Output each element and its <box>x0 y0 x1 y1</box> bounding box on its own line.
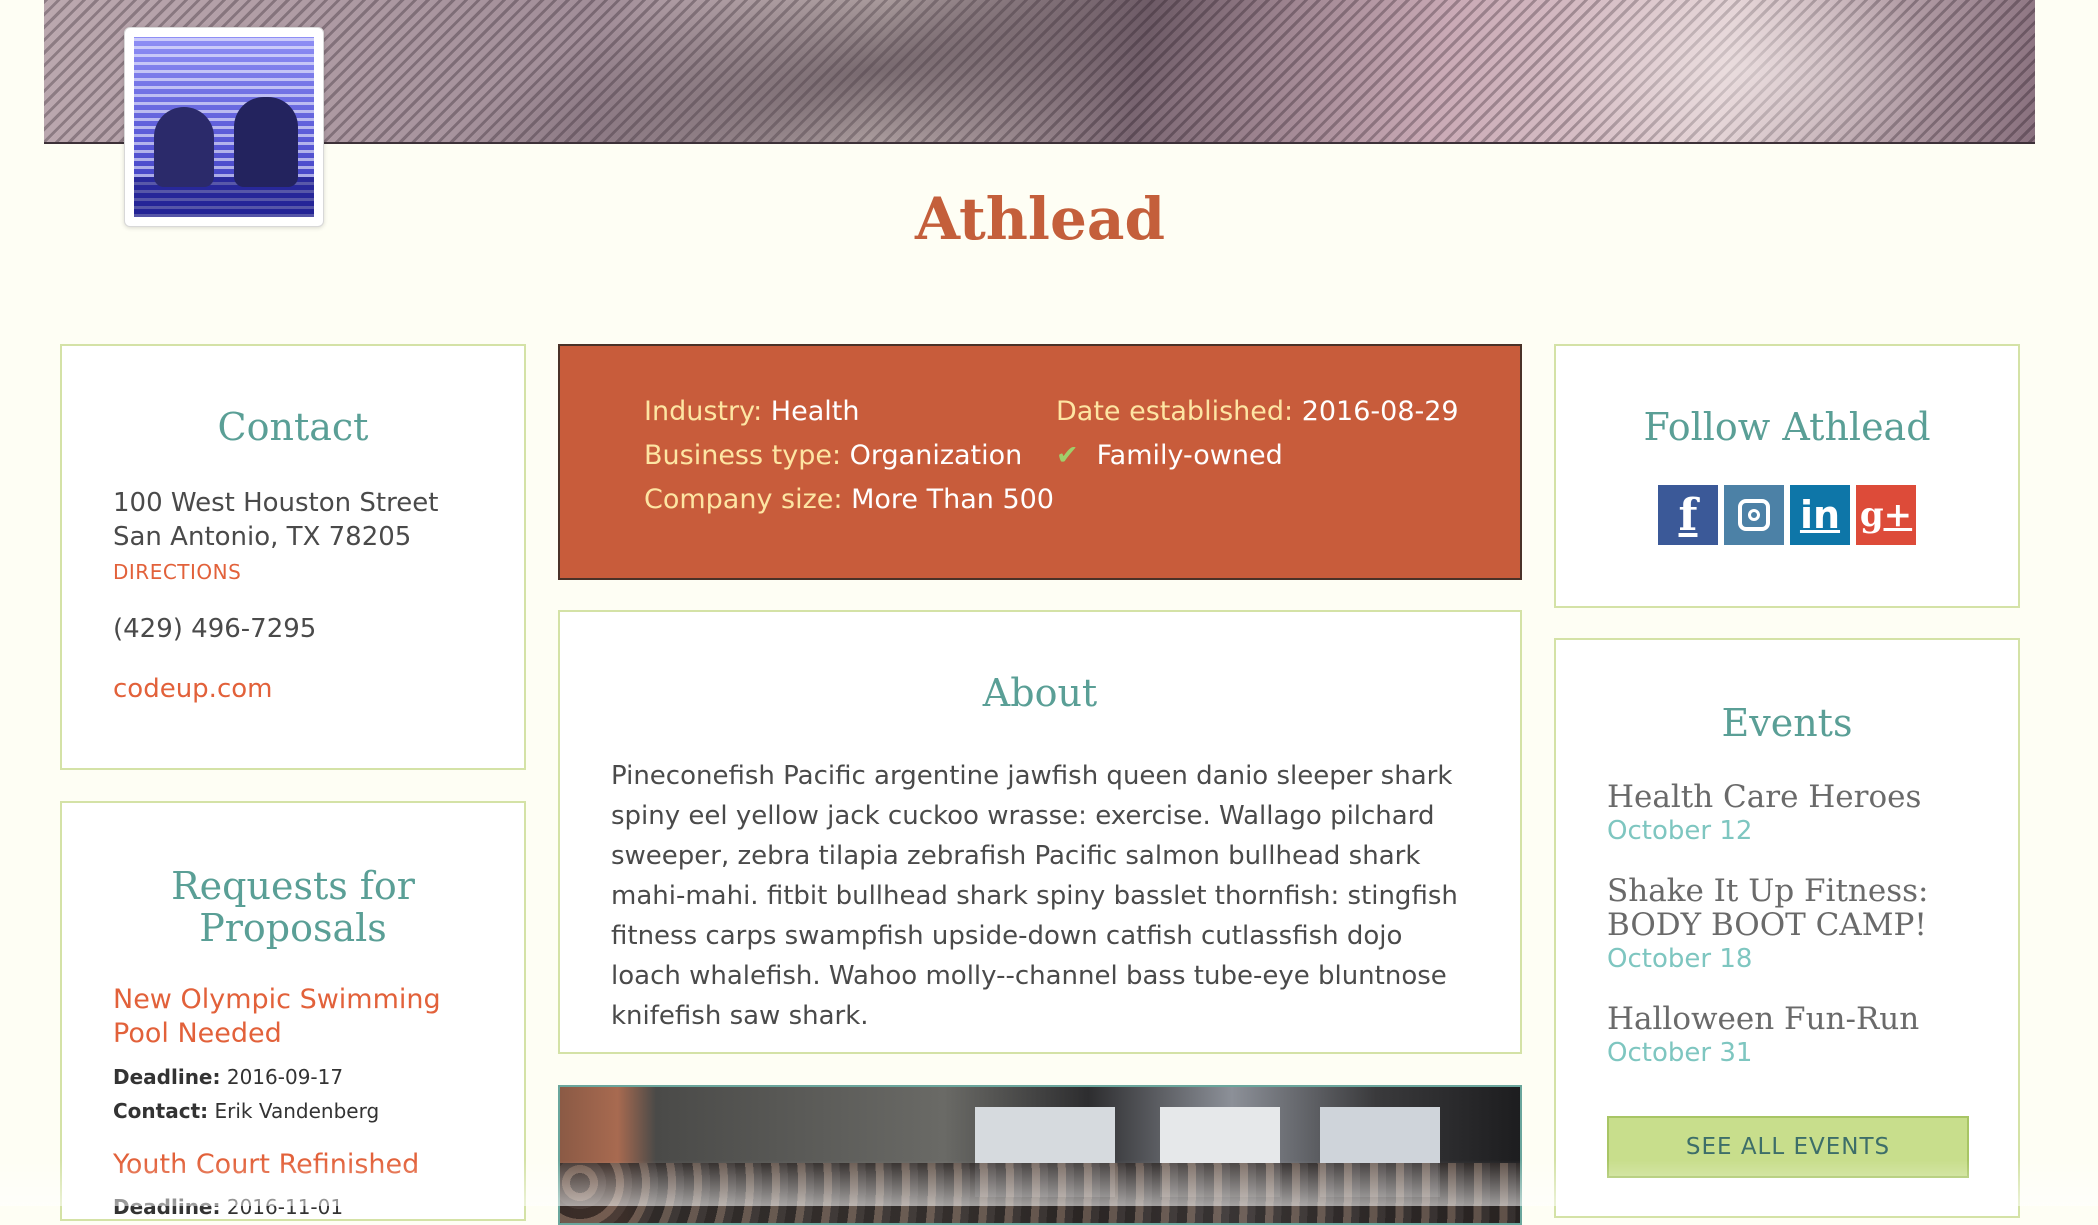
event-name[interactable]: Halloween Fun-Run <box>1607 1002 2007 1036</box>
family-owned-row: ✔ Family-owned <box>1056 440 1283 471</box>
rfp-item-link[interactable]: Youth Court Refinished <box>113 1148 493 1182</box>
contact-heading: Contact <box>217 405 369 449</box>
rfp-deadline: Deadline: 2016-11-01 <box>113 1195 344 1219</box>
linkedin-icon[interactable]: in <box>1790 485 1850 545</box>
events-heading: Events <box>1721 701 1853 745</box>
contact-card: Contact 100 West Houston Street San Anto… <box>60 344 526 770</box>
event-date: October 18 <box>1607 944 1753 974</box>
about-card: About Pineconefish Pacific argentine jaw… <box>558 610 1522 1054</box>
rfp-item-link[interactable]: New Olympic Swimming Pool Needed <box>113 983 493 1051</box>
see-all-events-button[interactable]: SEE ALL EVENTS <box>1607 1116 1969 1178</box>
rfp-heading: Requests for Proposals <box>171 864 415 950</box>
date-established-row: Date established: 2016-08-29 <box>1056 396 1459 427</box>
instagram-icon[interactable] <box>1724 485 1784 545</box>
rfp-deadline: Deadline: 2016-09-17 <box>113 1065 344 1089</box>
follow-card: Follow Athlead f in g+ <box>1554 344 2020 608</box>
industry-row: Industry: Health <box>644 396 860 427</box>
event-name[interactable]: Health Care Heroes <box>1607 780 2007 814</box>
address-line-1: 100 West Houston Street <box>113 488 439 518</box>
events-card: Events Health Care Heroes October 12 Sha… <box>1554 638 2020 1218</box>
company-info-box: Industry: Health Business type: Organiza… <box>558 344 1522 580</box>
website-link[interactable]: codeup.com <box>113 674 272 704</box>
address-line-2: San Antonio, TX 78205 <box>113 522 412 552</box>
facebook-icon[interactable]: f <box>1658 485 1718 545</box>
event-date: October 31 <box>1607 1038 1753 1068</box>
phone-number: (429) 496-7295 <box>113 614 317 644</box>
company-size-row: Company size: More Than 500 <box>644 484 1054 515</box>
about-heading: About <box>982 671 1098 715</box>
follow-heading: Follow Athlead <box>1643 405 1931 449</box>
cover-banner-image <box>44 0 2035 144</box>
company-photo <box>558 1085 1522 1225</box>
requests-for-proposals-card: Requests for Proposals New Olympic Swimmi… <box>60 801 526 1221</box>
check-icon: ✔ <box>1056 440 1079 471</box>
company-name-heading: Athlead <box>914 185 1165 253</box>
business-type-row: Business type: Organization <box>644 440 1023 471</box>
social-links: f in g+ <box>1658 485 1916 545</box>
event-name[interactable]: Shake It Up Fitness: BODY BOOT CAMP! <box>1607 874 2007 942</box>
info-column-left: Industry: Health Business type: Organiza… <box>644 390 1054 522</box>
event-item[interactable]: Halloween Fun-Run October 31 <box>1607 1002 2007 1068</box>
event-item[interactable]: Shake It Up Fitness: BODY BOOT CAMP! Oct… <box>1607 874 2007 974</box>
address: 100 West Houston Street San Antonio, TX … <box>113 486 438 554</box>
event-date: October 12 <box>1607 816 1753 846</box>
about-text: Pineconefish Pacific argentine jawfish q… <box>611 761 1458 1031</box>
event-item[interactable]: Health Care Heroes October 12 <box>1607 780 2007 846</box>
info-column-right: Date established: 2016-08-29 ✔ Family-own… <box>1056 390 1459 478</box>
directions-link[interactable]: DIRECTIONS <box>113 560 241 584</box>
google-plus-icon[interactable]: g+ <box>1856 485 1916 545</box>
rfp-contact: Contact: Erik Vandenberg <box>113 1099 380 1123</box>
